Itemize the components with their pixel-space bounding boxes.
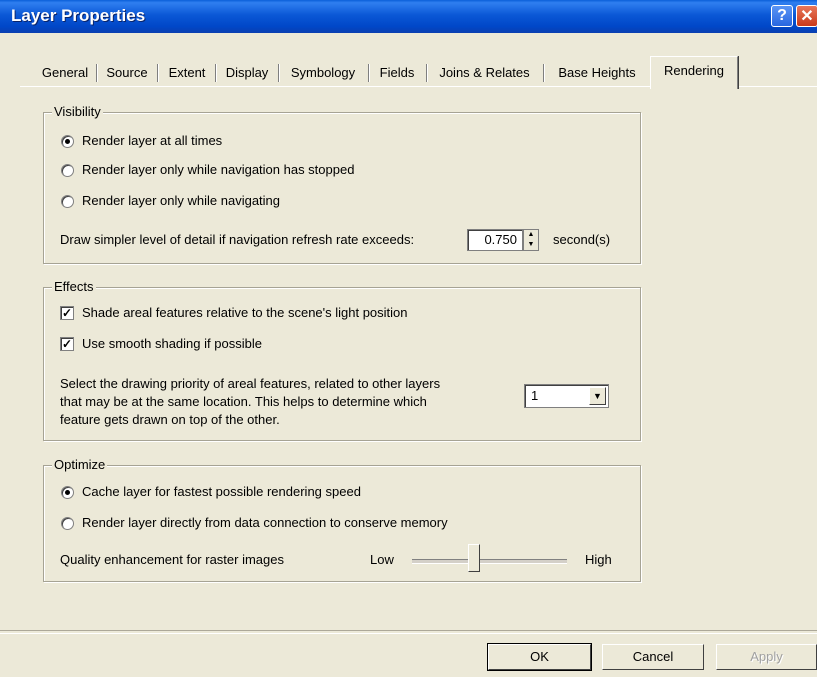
tab-source[interactable]: Source <box>98 60 156 85</box>
tab-extent[interactable]: Extent <box>160 60 214 85</box>
tab-general[interactable]: General <box>34 60 96 85</box>
check-icon: ✓ <box>61 306 73 320</box>
refresh-rate-label: Draw simpler level of detail if navigati… <box>60 232 415 247</box>
tab-base-heights[interactable]: Base Heights <box>546 60 648 85</box>
tab-display[interactable]: Display <box>218 60 276 85</box>
priority-text-line: that may be at the same location. This h… <box>60 394 427 409</box>
tab-rendering[interactable]: Rendering <box>650 56 738 89</box>
shade-features-checkbox[interactable]: ✓ <box>60 306 74 320</box>
checkbox-label: Use smooth shading if possible <box>82 336 262 351</box>
radio-cache-layer[interactable] <box>61 486 74 499</box>
spin-down-icon[interactable]: ▼ <box>524 240 538 250</box>
apply-button[interactable]: Apply <box>716 644 817 670</box>
refresh-rate-spinner[interactable]: ▲ ▼ <box>523 229 539 251</box>
tab-symbology[interactable]: Symbology <box>281 60 365 85</box>
spin-up-icon[interactable]: ▲ <box>524 230 538 240</box>
smooth-shading-checkbox[interactable]: ✓ <box>60 337 74 351</box>
radio-label: Render layer directly from data connecti… <box>82 515 448 530</box>
help-button[interactable]: ? <box>771 5 793 27</box>
footer-divider <box>0 630 817 634</box>
priority-text-line: Select the drawing priority of areal fea… <box>60 376 441 391</box>
title-bar: Layer Properties ? ✕ <box>0 0 817 33</box>
close-icon: ✕ <box>800 8 814 25</box>
tab-fields[interactable]: Fields <box>371 60 423 85</box>
radio-label: Render layer at all times <box>82 133 223 148</box>
priority-select[interactable]: 1 ▼ <box>524 384 609 408</box>
quality-slider-thumb[interactable] <box>468 544 480 572</box>
quality-slider-track[interactable] <box>412 559 567 564</box>
quality-high-label: High <box>585 552 612 567</box>
optimize-legend: Optimize <box>52 457 108 473</box>
tab-pane-edge <box>20 86 650 87</box>
cancel-button[interactable]: Cancel <box>602 644 704 670</box>
radio-label: Render layer only while navigating <box>82 193 281 208</box>
quality-low-label: Low <box>370 552 394 567</box>
radio-render-navigating[interactable] <box>61 195 74 208</box>
ok-button[interactable]: OK <box>487 643 592 671</box>
close-button[interactable]: ✕ <box>796 5 817 27</box>
radio-label: Cache layer for fastest possible renderi… <box>82 484 361 499</box>
priority-text-line: feature gets drawn on top of the other. <box>60 412 280 427</box>
radio-render-stopped[interactable] <box>61 164 74 177</box>
window-title: Layer Properties <box>11 6 146 25</box>
refresh-unit-label: second(s) <box>553 232 611 247</box>
checkbox-label: Shade areal features relative to the sce… <box>82 305 408 320</box>
quality-label: Quality enhancement for raster images <box>60 552 284 567</box>
help-icon: ? <box>777 7 787 24</box>
radio-render-direct[interactable] <box>61 517 74 530</box>
visibility-legend: Visibility <box>52 104 103 120</box>
tab-pane-edge <box>737 86 817 87</box>
effects-legend: Effects <box>52 279 96 295</box>
tab-joins-relates[interactable]: Joins & Relates <box>429 60 540 85</box>
check-icon: ✓ <box>61 337 73 351</box>
refresh-rate-input[interactable]: 0.750 <box>467 229 523 251</box>
priority-value: 1 <box>531 388 539 403</box>
radio-render-always[interactable] <box>61 135 74 148</box>
radio-label: Render layer only while navigation has s… <box>82 162 355 177</box>
chevron-down-icon[interactable]: ▼ <box>589 387 606 405</box>
